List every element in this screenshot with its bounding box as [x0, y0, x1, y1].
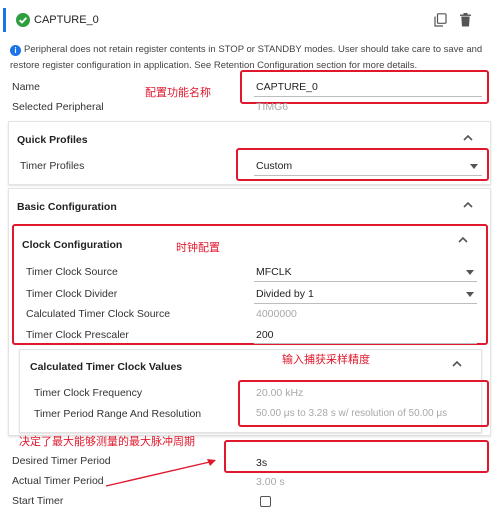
timer-profiles-label: Timer Profiles	[20, 160, 85, 172]
collapse-basic-configuration-icon[interactable]	[463, 201, 473, 208]
timer-clock-prescaler-underline	[254, 343, 477, 344]
component-title: CAPTURE_0	[34, 14, 99, 26]
timer-clock-frequency-label: Timer Clock Frequency	[34, 387, 143, 399]
quick-profiles-title: Quick Profiles	[17, 134, 88, 146]
actual-timer-period-label: Actual Timer Period	[12, 475, 104, 487]
name-annotation: 配置功能名称	[145, 87, 211, 99]
timer-clock-divider-select[interactable]: Divided by 1	[256, 288, 314, 300]
calculated-values-title: Calculated Timer Clock Values	[30, 361, 183, 373]
desired-timer-period-label: Desired Timer Period	[12, 455, 111, 467]
annotation-arrow	[105, 459, 216, 487]
timer-clock-source-dropdown-icon[interactable]	[466, 270, 474, 275]
check-circle-icon	[16, 13, 30, 27]
timer-clock-divider-label: Timer Clock Divider	[26, 288, 118, 300]
calculated-timer-clock-source-value: 4000000	[256, 308, 297, 320]
timer-profiles-highlight-box	[236, 148, 489, 181]
name-highlight-box	[240, 70, 489, 104]
timer-period-range-label: Timer Period Range And Resolution	[34, 408, 202, 420]
collapse-quick-profiles-icon[interactable]	[463, 134, 473, 141]
info-icon: i	[10, 45, 21, 56]
prescaler-annotation: 输入捕获采样精度	[282, 354, 370, 366]
timer-clock-source-underline	[254, 281, 477, 282]
component-header: CAPTURE_0	[8, 6, 492, 34]
accent-bar	[3, 8, 6, 32]
actual-timer-period-value: 3.00 s	[256, 476, 285, 488]
timer-clock-source-select[interactable]: MFCLK	[256, 266, 292, 278]
timer-clock-prescaler-input[interactable]: 200	[256, 329, 274, 341]
copy-icon[interactable]	[434, 13, 447, 27]
selected-peripheral-label: Selected Peripheral	[12, 101, 104, 113]
period-annotation: 决定了最大能够测量的最大脉冲周期	[19, 436, 195, 448]
calculated-values-highlight-box	[238, 380, 489, 427]
selected-peripheral-value: TIMG6	[256, 101, 289, 113]
collapse-calculated-values-icon[interactable]	[452, 360, 462, 367]
trash-icon[interactable]	[459, 13, 472, 27]
desired-period-highlight-box	[224, 440, 489, 473]
timer-clock-divider-dropdown-icon[interactable]	[466, 292, 474, 297]
calculated-timer-clock-source-label: Calculated Timer Clock Source	[26, 308, 171, 320]
start-timer-checkbox[interactable]	[260, 496, 271, 507]
name-label: Name	[12, 81, 41, 93]
info-text: Peripheral does not retain register cont…	[10, 44, 483, 71]
timer-clock-source-label: Timer Clock Source	[26, 266, 118, 278]
start-timer-label: Start Timer	[12, 495, 64, 507]
basic-configuration-title: Basic Configuration	[17, 201, 117, 213]
clock-configuration-highlight-box	[12, 224, 488, 345]
timer-clock-prescaler-label: Timer Clock Prescaler	[26, 329, 129, 341]
timer-clock-divider-underline	[254, 303, 477, 304]
